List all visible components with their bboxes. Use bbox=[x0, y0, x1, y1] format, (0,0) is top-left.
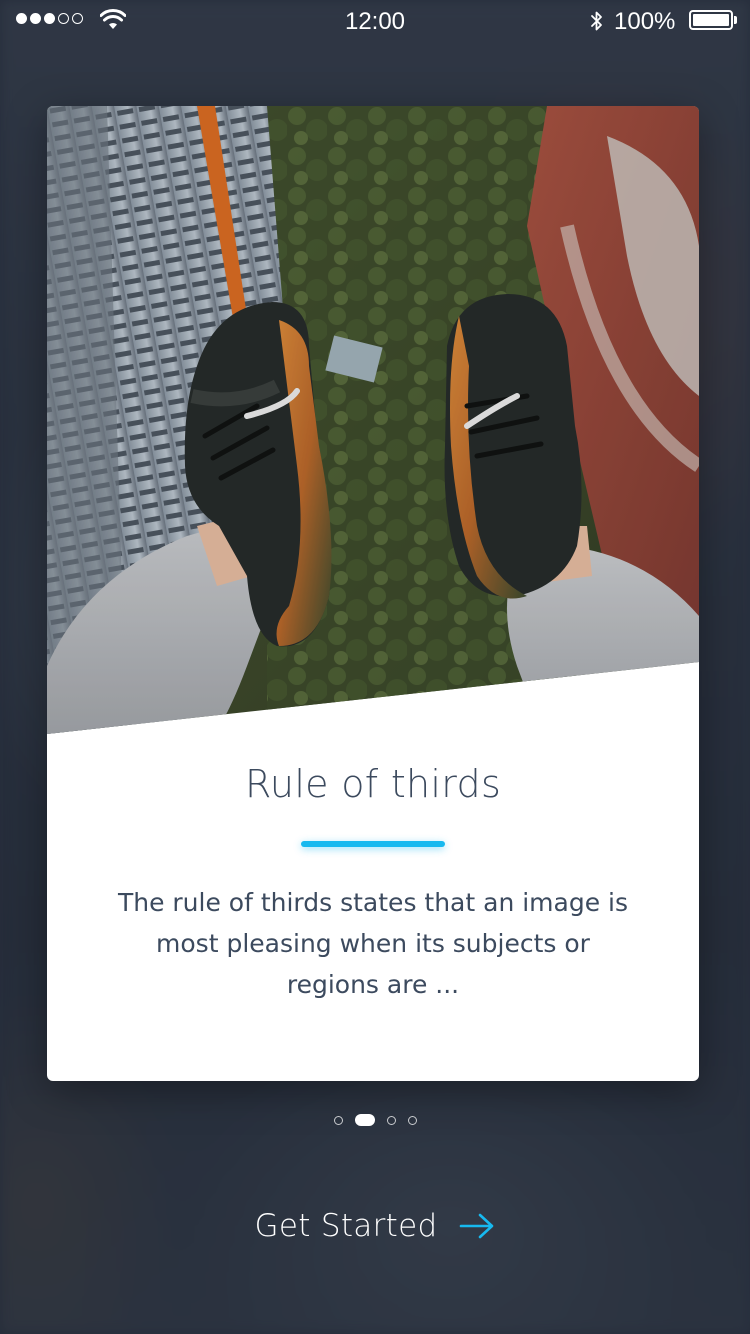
page-dot-active[interactable] bbox=[354, 1114, 375, 1126]
battery-percentage: 100% bbox=[614, 8, 676, 35]
get-started-button[interactable]: Get Started bbox=[0, 1208, 750, 1244]
get-started-label: Get Started bbox=[254, 1208, 438, 1244]
battery-level bbox=[693, 14, 729, 26]
arrow-right-icon bbox=[460, 1213, 494, 1239]
page-dot[interactable] bbox=[333, 1115, 343, 1125]
onboarding-card[interactable]: Rule of thirds The rule of thirds states… bbox=[47, 106, 699, 1081]
feet-above-city-illustration bbox=[47, 106, 699, 734]
battery-icon bbox=[689, 10, 733, 30]
card-photo bbox=[47, 106, 699, 734]
bluetooth-icon bbox=[591, 11, 602, 31]
battery-cap bbox=[734, 16, 737, 24]
card-title: Rule of thirds bbox=[244, 762, 502, 806]
card-description: The rule of thirds states that an image … bbox=[117, 888, 629, 999]
page-dot[interactable] bbox=[407, 1115, 417, 1125]
page-indicator bbox=[0, 1114, 750, 1126]
page-dot[interactable] bbox=[386, 1115, 396, 1125]
title-accent-underline bbox=[301, 841, 445, 847]
status-bar: 12:00 100% bbox=[0, 0, 750, 40]
